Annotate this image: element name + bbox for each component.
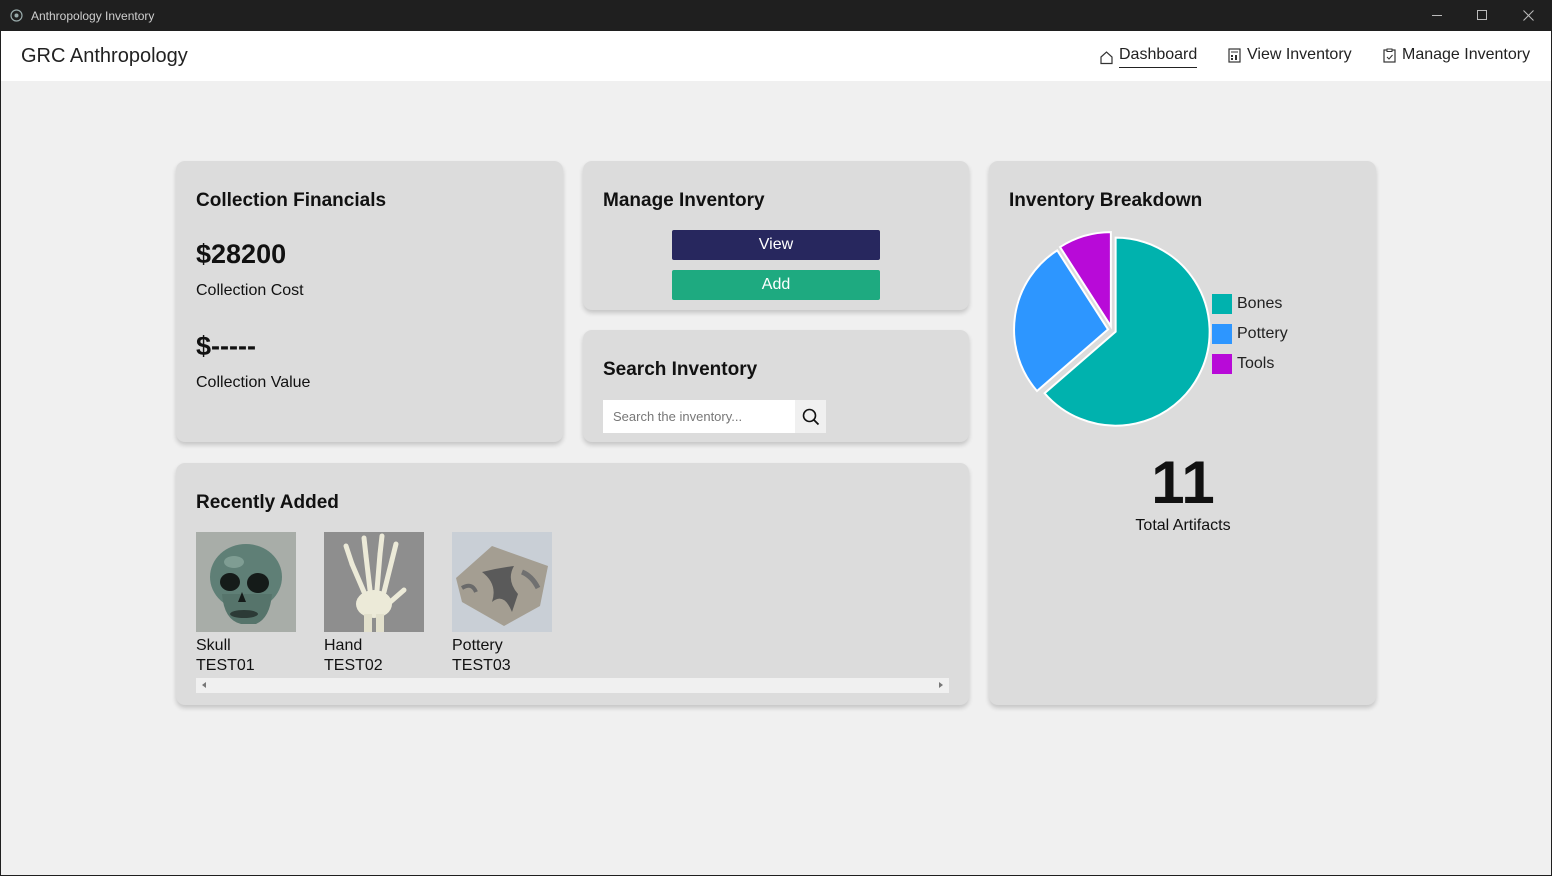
financials-title: Collection Financials (196, 190, 387, 211)
financials-card: Collection Financials $28200 Collection … (176, 161, 563, 442)
pottery-thumbnail (452, 532, 552, 632)
minimize-button[interactable] (1414, 0, 1460, 31)
legend-item-pottery: Pottery (1212, 319, 1288, 349)
recent-item[interactable]: Pottery TEST03 (452, 532, 552, 676)
scroll-right-icon[interactable] (939, 682, 943, 688)
horizontal-scrollbar[interactable] (196, 678, 949, 693)
nav-manage-inventory[interactable]: Manage Inventory (1382, 46, 1530, 64)
minimize-icon (1431, 15, 1442, 16)
recent-item[interactable]: Skull TEST01 (196, 532, 296, 676)
recent-item-id: TEST03 (452, 657, 511, 674)
brand-title: GRC Anthropology (21, 45, 188, 67)
calculator-icon (1228, 47, 1241, 63)
breakdown-card: Inventory Breakdown Bones Pottery Tools 11… (989, 161, 1376, 705)
nav-manage-inventory-label: Manage Inventory (1402, 46, 1531, 63)
nav-view-inventory-label: View Inventory (1247, 46, 1352, 63)
search-title: Search Inventory (603, 359, 758, 380)
nav-dashboard-label: Dashboard (1119, 46, 1198, 68)
nav-view-inventory[interactable]: View Inventory (1227, 46, 1352, 64)
collection-value-value: $----- (196, 331, 256, 361)
legend-item-bones: Bones (1212, 289, 1288, 319)
navbar: GRC Anthropology Dashboard View Inventor… (1, 31, 1551, 81)
hand-thumbnail (324, 532, 424, 632)
app-content: GRC Anthropology Dashboard View Inventor… (1, 31, 1551, 875)
collection-cost-label: Collection Cost (196, 282, 304, 299)
collection-value-label: Collection Value (196, 374, 311, 391)
chart-legend: Bones Pottery Tools (1212, 289, 1288, 379)
skull-thumbnail (196, 532, 296, 632)
view-button[interactable]: View (672, 230, 880, 260)
search-box (603, 400, 826, 433)
legend-swatch (1212, 324, 1232, 344)
search-button[interactable] (795, 400, 826, 433)
nav-dashboard[interactable]: Dashboard (1099, 46, 1198, 68)
legend-label: Tools (1237, 355, 1275, 372)
window-title-bar: Anthropology Inventory (0, 0, 1552, 31)
recent-item-id: TEST02 (324, 657, 383, 674)
recent-item[interactable]: Hand TEST02 (324, 532, 424, 676)
legend-label: Pottery (1237, 325, 1288, 342)
close-button[interactable] (1505, 0, 1551, 31)
total-artifacts-label: Total Artifacts (1135, 517, 1231, 534)
maximize-button[interactable] (1459, 0, 1505, 31)
recent-card: Recently Added Skull TEST01 Hand TEST02 … (176, 463, 969, 705)
home-icon (1100, 50, 1113, 64)
window-title: Anthropology Inventory (31, 9, 155, 23)
manage-card: Manage Inventory View Add (583, 161, 969, 310)
search-input[interactable] (603, 400, 795, 433)
total-artifacts-value: 11 (1151, 449, 1215, 516)
recent-item-name: Hand (324, 637, 363, 654)
legend-swatch (1212, 294, 1232, 314)
maximize-icon (1476, 10, 1487, 20)
collection-cost-value: $28200 (196, 239, 287, 269)
search-icon (802, 408, 819, 425)
legend-swatch (1212, 354, 1232, 374)
search-card: Search Inventory (583, 330, 969, 442)
manage-title: Manage Inventory (603, 190, 765, 211)
app-icon (10, 9, 23, 22)
clipboard-icon (1383, 48, 1396, 63)
close-icon (1522, 10, 1534, 21)
add-button[interactable]: Add (672, 270, 880, 300)
legend-label: Bones (1237, 295, 1283, 312)
recent-item-name: Skull (196, 637, 231, 654)
recent-item-id: TEST01 (196, 657, 255, 674)
scroll-left-icon[interactable] (202, 682, 206, 688)
recent-title: Recently Added (196, 492, 339, 513)
legend-item-tools: Tools (1212, 349, 1288, 379)
breakdown-title: Inventory Breakdown (1009, 190, 1203, 211)
recent-item-name: Pottery (452, 637, 503, 654)
pie-chart (1013, 231, 1211, 427)
